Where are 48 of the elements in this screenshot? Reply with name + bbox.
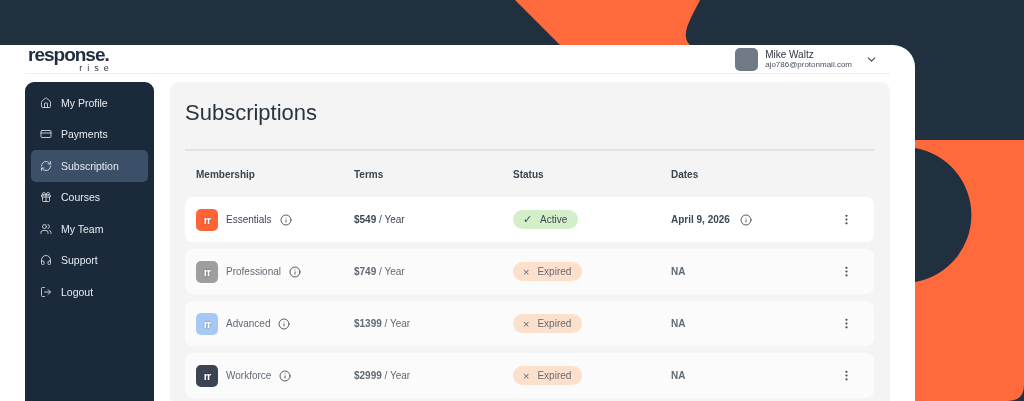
status-badge: × Expired bbox=[513, 314, 583, 333]
refresh-icon bbox=[40, 159, 52, 172]
user-name: Mike Waltz bbox=[765, 48, 815, 61]
avatar-placeholder bbox=[735, 47, 759, 71]
column-header: Status bbox=[513, 168, 545, 180]
headset-icon bbox=[40, 254, 52, 267]
plan-name: Essentials bbox=[226, 214, 272, 225]
terms-cell-text: $2999 / Year bbox=[354, 370, 412, 381]
column-header: Terms bbox=[354, 168, 385, 180]
status-badge: × Expired bbox=[513, 262, 583, 281]
sidebar-item[interactable]: My Team bbox=[31, 213, 148, 245]
terms-cell-text: $1399 / Year bbox=[354, 318, 412, 329]
sidebar-item[interactable]: Subscription bbox=[31, 150, 148, 182]
card-icon bbox=[40, 128, 52, 141]
terms-cell-text: $749 / Year bbox=[354, 266, 406, 277]
page-title: Subscriptions bbox=[185, 100, 874, 151]
plan-name: Workforce bbox=[226, 370, 272, 381]
plan-name: Advanced bbox=[226, 318, 271, 329]
gift-icon bbox=[40, 191, 52, 204]
sidebar-item[interactable]: Logout bbox=[31, 276, 148, 308]
date-cell: NA bbox=[671, 318, 686, 329]
logo: response. rise bbox=[28, 45, 109, 73]
info-icon[interactable] bbox=[278, 317, 291, 330]
date-cell: April 9, 2026 bbox=[671, 214, 730, 225]
status-badge: ✓ Active bbox=[513, 210, 579, 229]
sidebar-item[interactable]: Payments bbox=[31, 118, 148, 150]
plan-logo: rr bbox=[196, 312, 218, 335]
info-icon[interactable] bbox=[279, 369, 292, 382]
date-cell: NA bbox=[671, 370, 686, 381]
logout-icon bbox=[40, 285, 52, 298]
column-header: Dates bbox=[671, 168, 700, 180]
terms-cell-text: $549 / Year bbox=[354, 214, 406, 225]
sidebar-item[interactable]: Courses bbox=[31, 181, 148, 213]
info-icon[interactable] bbox=[739, 213, 752, 226]
plan-logo: rr bbox=[196, 208, 218, 231]
info-icon[interactable] bbox=[289, 265, 302, 278]
home-icon bbox=[40, 96, 52, 109]
plan-logo: rr bbox=[196, 260, 218, 283]
date-cell: NA bbox=[671, 266, 686, 277]
info-icon[interactable] bbox=[279, 213, 292, 226]
people-icon bbox=[40, 222, 52, 235]
plan-logo: rr bbox=[196, 364, 218, 387]
column-header: Membership bbox=[196, 168, 256, 180]
sidebar-item[interactable]: My Profile bbox=[31, 87, 148, 119]
sidebar-item[interactable]: Support bbox=[31, 244, 148, 276]
status-badge: × Expired bbox=[513, 366, 583, 385]
user-email: ajo786@protonmail.com bbox=[765, 60, 852, 70]
plan-name: Professional bbox=[226, 266, 282, 277]
